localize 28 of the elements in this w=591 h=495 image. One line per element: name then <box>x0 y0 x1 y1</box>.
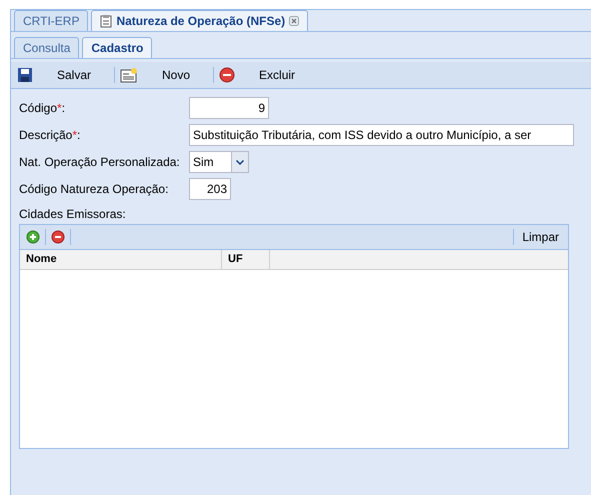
remove-icon[interactable] <box>51 230 65 244</box>
dropdown-icon <box>236 160 244 164</box>
close-icon[interactable] <box>289 16 300 26</box>
document-icon <box>120 67 138 83</box>
toolbar-button[interactable]: Excluir <box>219 66 314 84</box>
field-label: Descrição*: <box>19 127 82 144</box>
clipboard-icon <box>100 14 112 28</box>
clear-button[interactable]: Limpar <box>519 228 562 246</box>
main-tab[interactable]: CRTI-ERP <box>14 10 88 31</box>
input-field[interactable]: 9 <box>189 97 269 119</box>
toolbar-button[interactable]: Novo <box>120 66 208 84</box>
tab-label: CRTI-ERP <box>23 13 80 30</box>
form-tab[interactable]: Cadastro <box>82 37 152 58</box>
input-field[interactable]: 203 <box>189 178 231 200</box>
column-header[interactable]: UF <box>222 250 270 269</box>
tab-label: Natureza de Operação (NFSe) <box>116 13 286 30</box>
add-icon[interactable] <box>26 230 40 244</box>
field-label: Nat. Operação Personalizada: <box>19 154 181 171</box>
section-label: Cidades Emissoras: <box>19 206 127 223</box>
input-field[interactable]: Substituição Tributária, com ISS devido a outro Município, a ser <box>189 124 574 146</box>
form-tab[interactable]: Consulta <box>14 37 80 58</box>
field-label: Código Natureza Operação: <box>19 181 170 198</box>
column-header[interactable]: Nome <box>20 250 222 269</box>
remove-icon <box>219 67 236 83</box>
select-field[interactable]: Sim <box>189 151 249 173</box>
toolbar-button[interactable]: Salvar <box>17 66 110 84</box>
main-tab[interactable]: Natureza de Operação (NFSe) <box>91 10 308 31</box>
field-label: Código*: <box>19 100 66 117</box>
